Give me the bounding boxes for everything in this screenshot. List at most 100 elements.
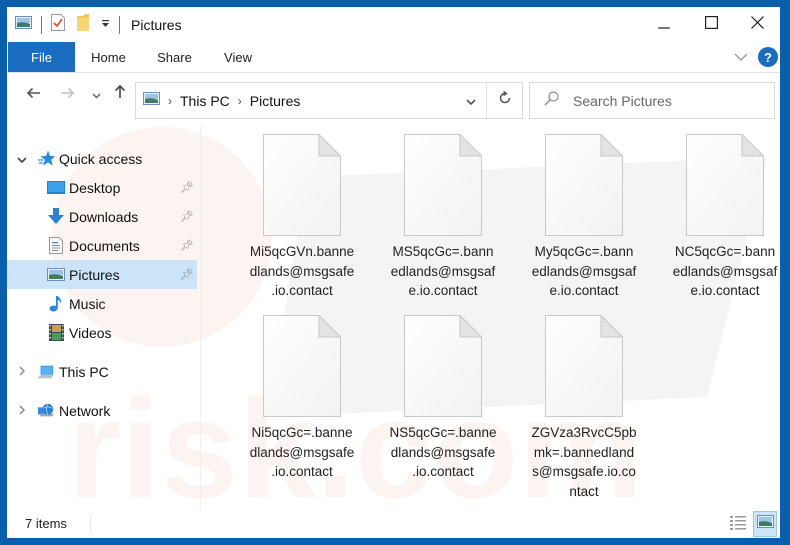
- tree-label: Videos: [69, 324, 112, 341]
- tree-item-downloads[interactable]: Downloads 📌︎: [7, 202, 197, 231]
- maximize-button[interactable]: [688, 7, 734, 42]
- large-icons-view-icon: [756, 515, 774, 533]
- expand-chevron-icon[interactable]: [15, 404, 29, 418]
- tree-label: Quick access: [59, 150, 143, 167]
- address-history-dropdown[interactable]: [456, 83, 486, 118]
- tree-item-pictures[interactable]: Pictures 📌︎: [7, 260, 197, 289]
- pin-icon[interactable]: 📌︎: [180, 239, 194, 252]
- item-count: 7 items: [25, 516, 67, 531]
- file-item[interactable]: Mi5qcGVn.banne dlands@msgsafe .io.contact: [240, 133, 364, 301]
- forward-button[interactable]: [57, 83, 77, 105]
- file-name[interactable]: NC5qcGc=.bann edlands@msgsaf e.io.contact: [663, 242, 787, 301]
- window-controls: [641, 7, 780, 42]
- blank-file-icon: [545, 133, 624, 236]
- tree-label: Downloads: [69, 208, 139, 225]
- breadcrumb-separator-icon[interactable]: ›: [168, 94, 172, 108]
- file-name[interactable]: NS5qcGc=.banne dlands@msgsafe .io.contact: [381, 423, 505, 482]
- maximize-icon: [704, 15, 718, 34]
- back-button[interactable]: [23, 83, 43, 105]
- tree-label: This PC: [59, 363, 109, 380]
- window-title: Pictures: [131, 16, 182, 33]
- search-icon: [544, 90, 559, 111]
- tab-home[interactable]: Home: [81, 42, 136, 72]
- file-name[interactable]: My5qcGc=.bann edlands@msgsaf e.io.contact: [522, 242, 646, 301]
- desktop-icon: [47, 179, 65, 197]
- star-icon: [38, 150, 56, 168]
- tree-label: Network: [59, 402, 111, 419]
- recent-locations-button[interactable]: [89, 83, 103, 105]
- navigation-bar: › This PC › Pictures Search Pictures: [7, 73, 780, 119]
- blank-file-icon: [404, 133, 483, 236]
- search-input[interactable]: Search Pictures: [573, 93, 672, 109]
- ribbon: File Home Share View ?: [7, 42, 780, 73]
- file-item[interactable]: ZGVza3RvcC5pb mk=.bannedland s@msgsafe.io.…: [522, 314, 646, 501]
- toolbar-separator: [119, 15, 120, 34]
- search-box[interactable]: Search Pictures: [529, 82, 775, 119]
- file-item[interactable]: NC5qcGc=.bann edlands@msgsaf e.io.contact: [663, 133, 787, 301]
- tree-item-this-pc[interactable]: This PC: [7, 357, 197, 386]
- this-pc-icon: [37, 363, 55, 381]
- tab-file[interactable]: File: [8, 42, 75, 72]
- pin-icon[interactable]: 📌︎: [180, 268, 194, 281]
- network-icon: [37, 402, 55, 420]
- details-view-button[interactable]: [727, 514, 749, 536]
- pin-icon[interactable]: 📌︎: [180, 210, 194, 223]
- minimize-button[interactable]: [641, 7, 687, 42]
- status-separator: [90, 515, 91, 533]
- documents-icon: [47, 237, 65, 255]
- pane-splitter[interactable]: [200, 125, 201, 510]
- new-folder-icon[interactable]: [77, 13, 89, 36]
- navigation-pane: Quick access Desktop 📌︎ Downloads 📌︎ Doc…: [7, 125, 200, 510]
- breadcrumb-this-pc[interactable]: This PC: [180, 93, 230, 109]
- file-item[interactable]: Ni5qcGc=.banne dlands@msgsafe .io.contact: [240, 314, 364, 482]
- file-name[interactable]: ZGVza3RvcC5pb mk=.bannedland s@msgsafe.io.…: [522, 423, 646, 501]
- pictures-folder-icon: [15, 15, 32, 34]
- tree-item-music[interactable]: Music: [7, 289, 197, 318]
- refresh-button[interactable]: [486, 83, 522, 118]
- quick-access-toolbar: [15, 7, 129, 42]
- expand-chevron-icon[interactable]: [15, 152, 29, 166]
- pictures-icon: [47, 266, 65, 284]
- expand-chevron-icon[interactable]: [15, 365, 29, 379]
- tab-view[interactable]: View: [213, 42, 263, 72]
- file-item[interactable]: My5qcGc=.bann edlands@msgsaf e.io.contact: [522, 133, 646, 301]
- ribbon-right-controls: ?: [734, 47, 778, 67]
- blank-file-icon: [404, 314, 483, 417]
- tree-item-network[interactable]: Network: [7, 396, 197, 425]
- up-arrow-icon: [114, 84, 126, 104]
- help-button[interactable]: ?: [758, 47, 778, 67]
- pin-icon[interactable]: 📌︎: [180, 181, 194, 194]
- expand-ribbon-button[interactable]: [734, 48, 748, 66]
- tab-share[interactable]: Share: [147, 42, 202, 72]
- address-bar[interactable]: › This PC › Pictures: [135, 82, 523, 119]
- file-item[interactable]: MS5qcGc=.bann edlands@msgsaf e.io.contact: [381, 133, 505, 301]
- refresh-icon: [498, 90, 512, 110]
- breadcrumb-separator-icon[interactable]: ›: [238, 94, 242, 108]
- videos-icon: [47, 324, 65, 342]
- music-icon: [47, 295, 65, 313]
- back-arrow-icon: [26, 84, 41, 104]
- blank-file-icon: [263, 314, 342, 417]
- tree-item-videos[interactable]: Videos: [7, 318, 197, 347]
- tree-item-desktop[interactable]: Desktop 📌︎: [7, 173, 197, 202]
- tree-item-documents[interactable]: Documents 📌︎: [7, 231, 197, 260]
- title-bar: Pictures: [7, 7, 780, 42]
- close-icon: [750, 15, 764, 34]
- close-button[interactable]: [734, 7, 780, 42]
- file-name[interactable]: Ni5qcGc=.banne dlands@msgsafe .io.contact: [240, 423, 364, 482]
- breadcrumb-pictures[interactable]: Pictures: [250, 93, 301, 109]
- chevron-down-icon: [466, 92, 476, 110]
- tree-label: Documents: [69, 237, 140, 254]
- large-icons-view-button[interactable]: [753, 511, 777, 537]
- tree-label: Music: [69, 295, 106, 312]
- file-name[interactable]: MS5qcGc=.bann edlands@msgsaf e.io.contact: [381, 242, 505, 301]
- file-name[interactable]: Mi5qcGVn.banne dlands@msgsafe .io.contact: [240, 242, 364, 301]
- downloads-icon: [47, 208, 65, 226]
- up-button[interactable]: [111, 83, 129, 105]
- properties-icon[interactable]: [51, 13, 65, 36]
- tree-item-quick-access[interactable]: Quick access: [7, 144, 197, 173]
- file-item[interactable]: NS5qcGc=.banne dlands@msgsafe .io.contact: [381, 314, 505, 482]
- toolbar-separator: [41, 15, 42, 34]
- customize-toolbar-dropdown-icon[interactable]: [101, 16, 110, 34]
- blank-file-icon: [545, 314, 624, 417]
